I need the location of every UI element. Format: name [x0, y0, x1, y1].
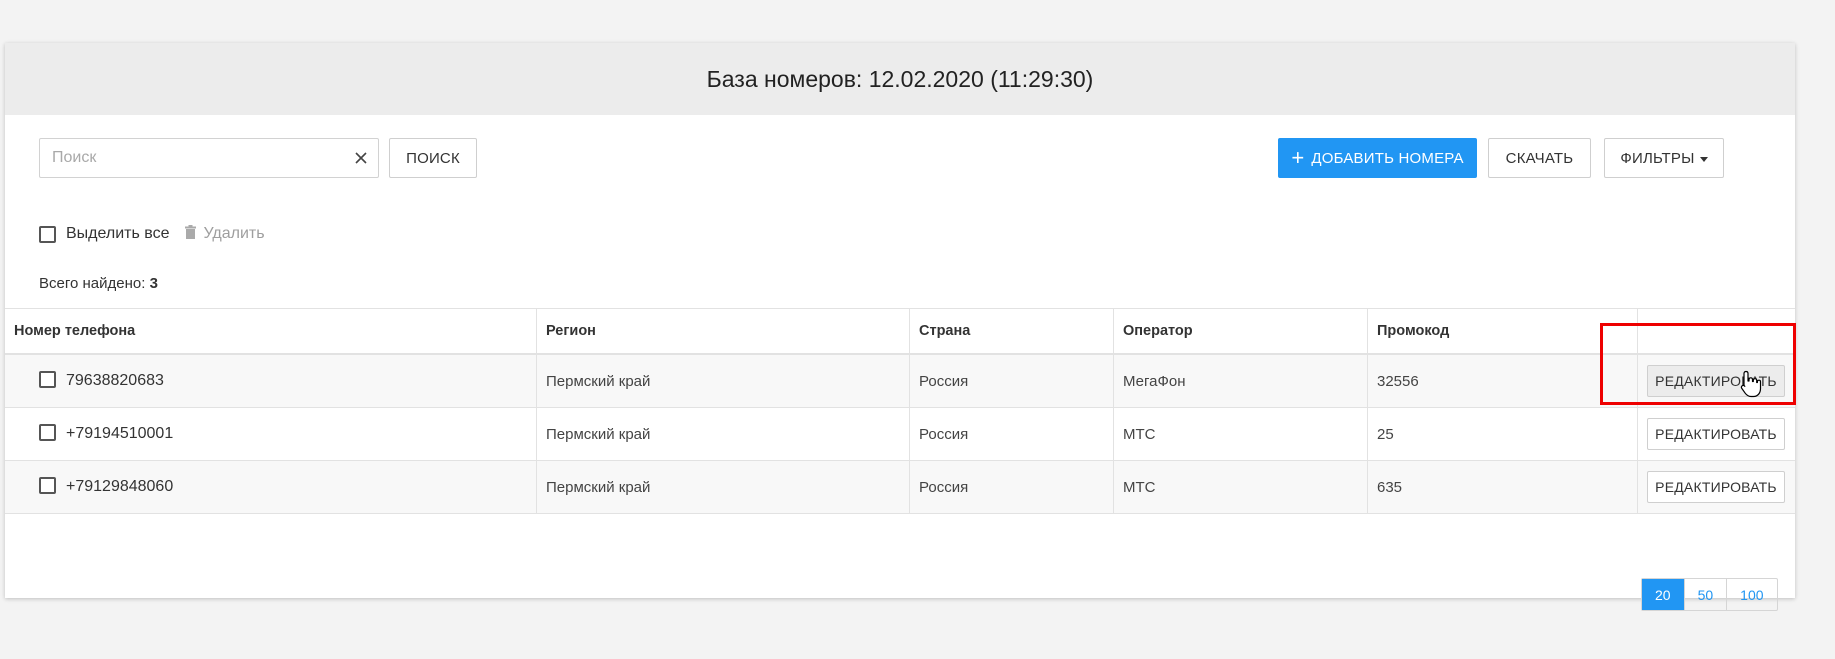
search-box	[39, 138, 379, 178]
country-cell: Россия	[909, 407, 1114, 461]
promo-cell: 635	[1367, 460, 1638, 514]
search-button-label: ПОИСК	[406, 149, 460, 167]
column-header-region[interactable]: Регион	[536, 308, 910, 355]
column-header-promo[interactable]: Промокод	[1367, 308, 1638, 355]
phone-cell: +79129848060	[5, 460, 537, 514]
column-header-phone[interactable]: Номер телефона	[5, 308, 537, 355]
phone-number: 79638820683	[66, 372, 164, 389]
phone-number: +79129848060	[66, 478, 174, 495]
selection-row: Выделить все Удалить	[39, 222, 265, 246]
search-input[interactable]	[40, 139, 344, 177]
page-title: База номеров: 12.02.2020 (11:29:30)	[706, 65, 1094, 92]
region-cell: Пермский край	[536, 354, 910, 408]
phone-cell: +79194510001	[5, 407, 537, 461]
region-cell: Пермский край	[536, 460, 910, 514]
table-row: +79194510001 Пермский край Россия МТС 25…	[5, 407, 1795, 461]
filters-button[interactable]: ФИЛЬТРЫ	[1604, 138, 1724, 178]
operator-cell: МТС	[1113, 407, 1368, 461]
phone-number: +79194510001	[66, 425, 174, 442]
actions-cell: РЕДАКТИРОВАТЬ	[1637, 407, 1795, 461]
country-cell: Россия	[909, 354, 1114, 408]
edit-button[interactable]: РЕДАКТИРОВАТЬ	[1647, 471, 1785, 503]
delete-label: Удалить	[203, 225, 265, 242]
page-size-selector: 20 50 100	[1641, 578, 1778, 611]
numbers-table: Номер телефона Регион Страна Оператор Пр…	[5, 308, 1795, 514]
actions-cell: РЕДАКТИРОВАТЬ	[1637, 460, 1795, 514]
actions-cell: РЕДАКТИРОВАТЬ	[1637, 354, 1795, 408]
panel-header: База номеров: 12.02.2020 (11:29:30)	[5, 43, 1795, 115]
search-button[interactable]: ПОИСК	[389, 138, 477, 178]
page-size-50[interactable]: 50	[1685, 579, 1728, 610]
row-checkbox[interactable]	[39, 423, 56, 441]
country-cell: Россия	[909, 460, 1114, 514]
phone-cell: 79638820683	[5, 354, 537, 408]
table-row: +79129848060 Пермский край Россия МТС 63…	[5, 460, 1795, 514]
promo-cell: 32556	[1367, 354, 1638, 408]
select-all-checkbox[interactable]	[39, 225, 56, 243]
column-header-actions	[1637, 308, 1795, 355]
total-found: Всего найдено: 3	[39, 275, 158, 292]
numbers-panel: База номеров: 12.02.2020 (11:29:30) ПОИС…	[5, 43, 1795, 611]
edit-button[interactable]: РЕДАКТИРОВАТЬ	[1647, 365, 1785, 397]
download-button[interactable]: СКАЧАТЬ	[1488, 138, 1591, 178]
total-count: 3	[149, 275, 158, 292]
filters-label: ФИЛЬТРЫ	[1620, 149, 1695, 167]
row-checkbox[interactable]	[39, 476, 56, 494]
total-label: Всего найдено:	[39, 275, 146, 292]
edit-button[interactable]: РЕДАКТИРОВАТЬ	[1647, 418, 1785, 450]
column-header-country[interactable]: Страна	[909, 308, 1114, 355]
trash-icon	[185, 224, 197, 244]
column-header-operator[interactable]: Оператор	[1113, 308, 1368, 355]
operator-cell: МТС	[1113, 460, 1368, 514]
close-icon[interactable]	[344, 139, 378, 177]
promo-cell: 25	[1367, 407, 1638, 461]
add-numbers-button[interactable]: + ДОБАВИТЬ НОМЕРА	[1278, 138, 1477, 178]
caret-down-icon	[1699, 156, 1708, 162]
table-header-row: Номер телефона Регион Страна Оператор Пр…	[5, 308, 1795, 355]
operator-cell: МегаФон	[1113, 354, 1368, 408]
row-checkbox[interactable]	[39, 370, 56, 388]
page-size-20[interactable]: 20	[1642, 579, 1685, 610]
region-cell: Пермский край	[536, 407, 910, 461]
select-all-label[interactable]: Выделить все	[66, 225, 169, 243]
plus-icon: +	[1291, 145, 1305, 170]
download-label: СКАЧАТЬ	[1505, 149, 1574, 167]
add-numbers-label: ДОБАВИТЬ НОМЕРА	[1311, 149, 1464, 167]
toolbar: ПОИСК + ДОБАВИТЬ НОМЕРА СКАЧАТЬ ФИЛЬТРЫ	[5, 115, 1795, 225]
table-row: 79638820683 Пермский край Россия МегаФон…	[5, 354, 1795, 408]
page-size-100[interactable]: 100	[1727, 579, 1776, 610]
delete-link[interactable]: Удалить	[185, 224, 265, 244]
